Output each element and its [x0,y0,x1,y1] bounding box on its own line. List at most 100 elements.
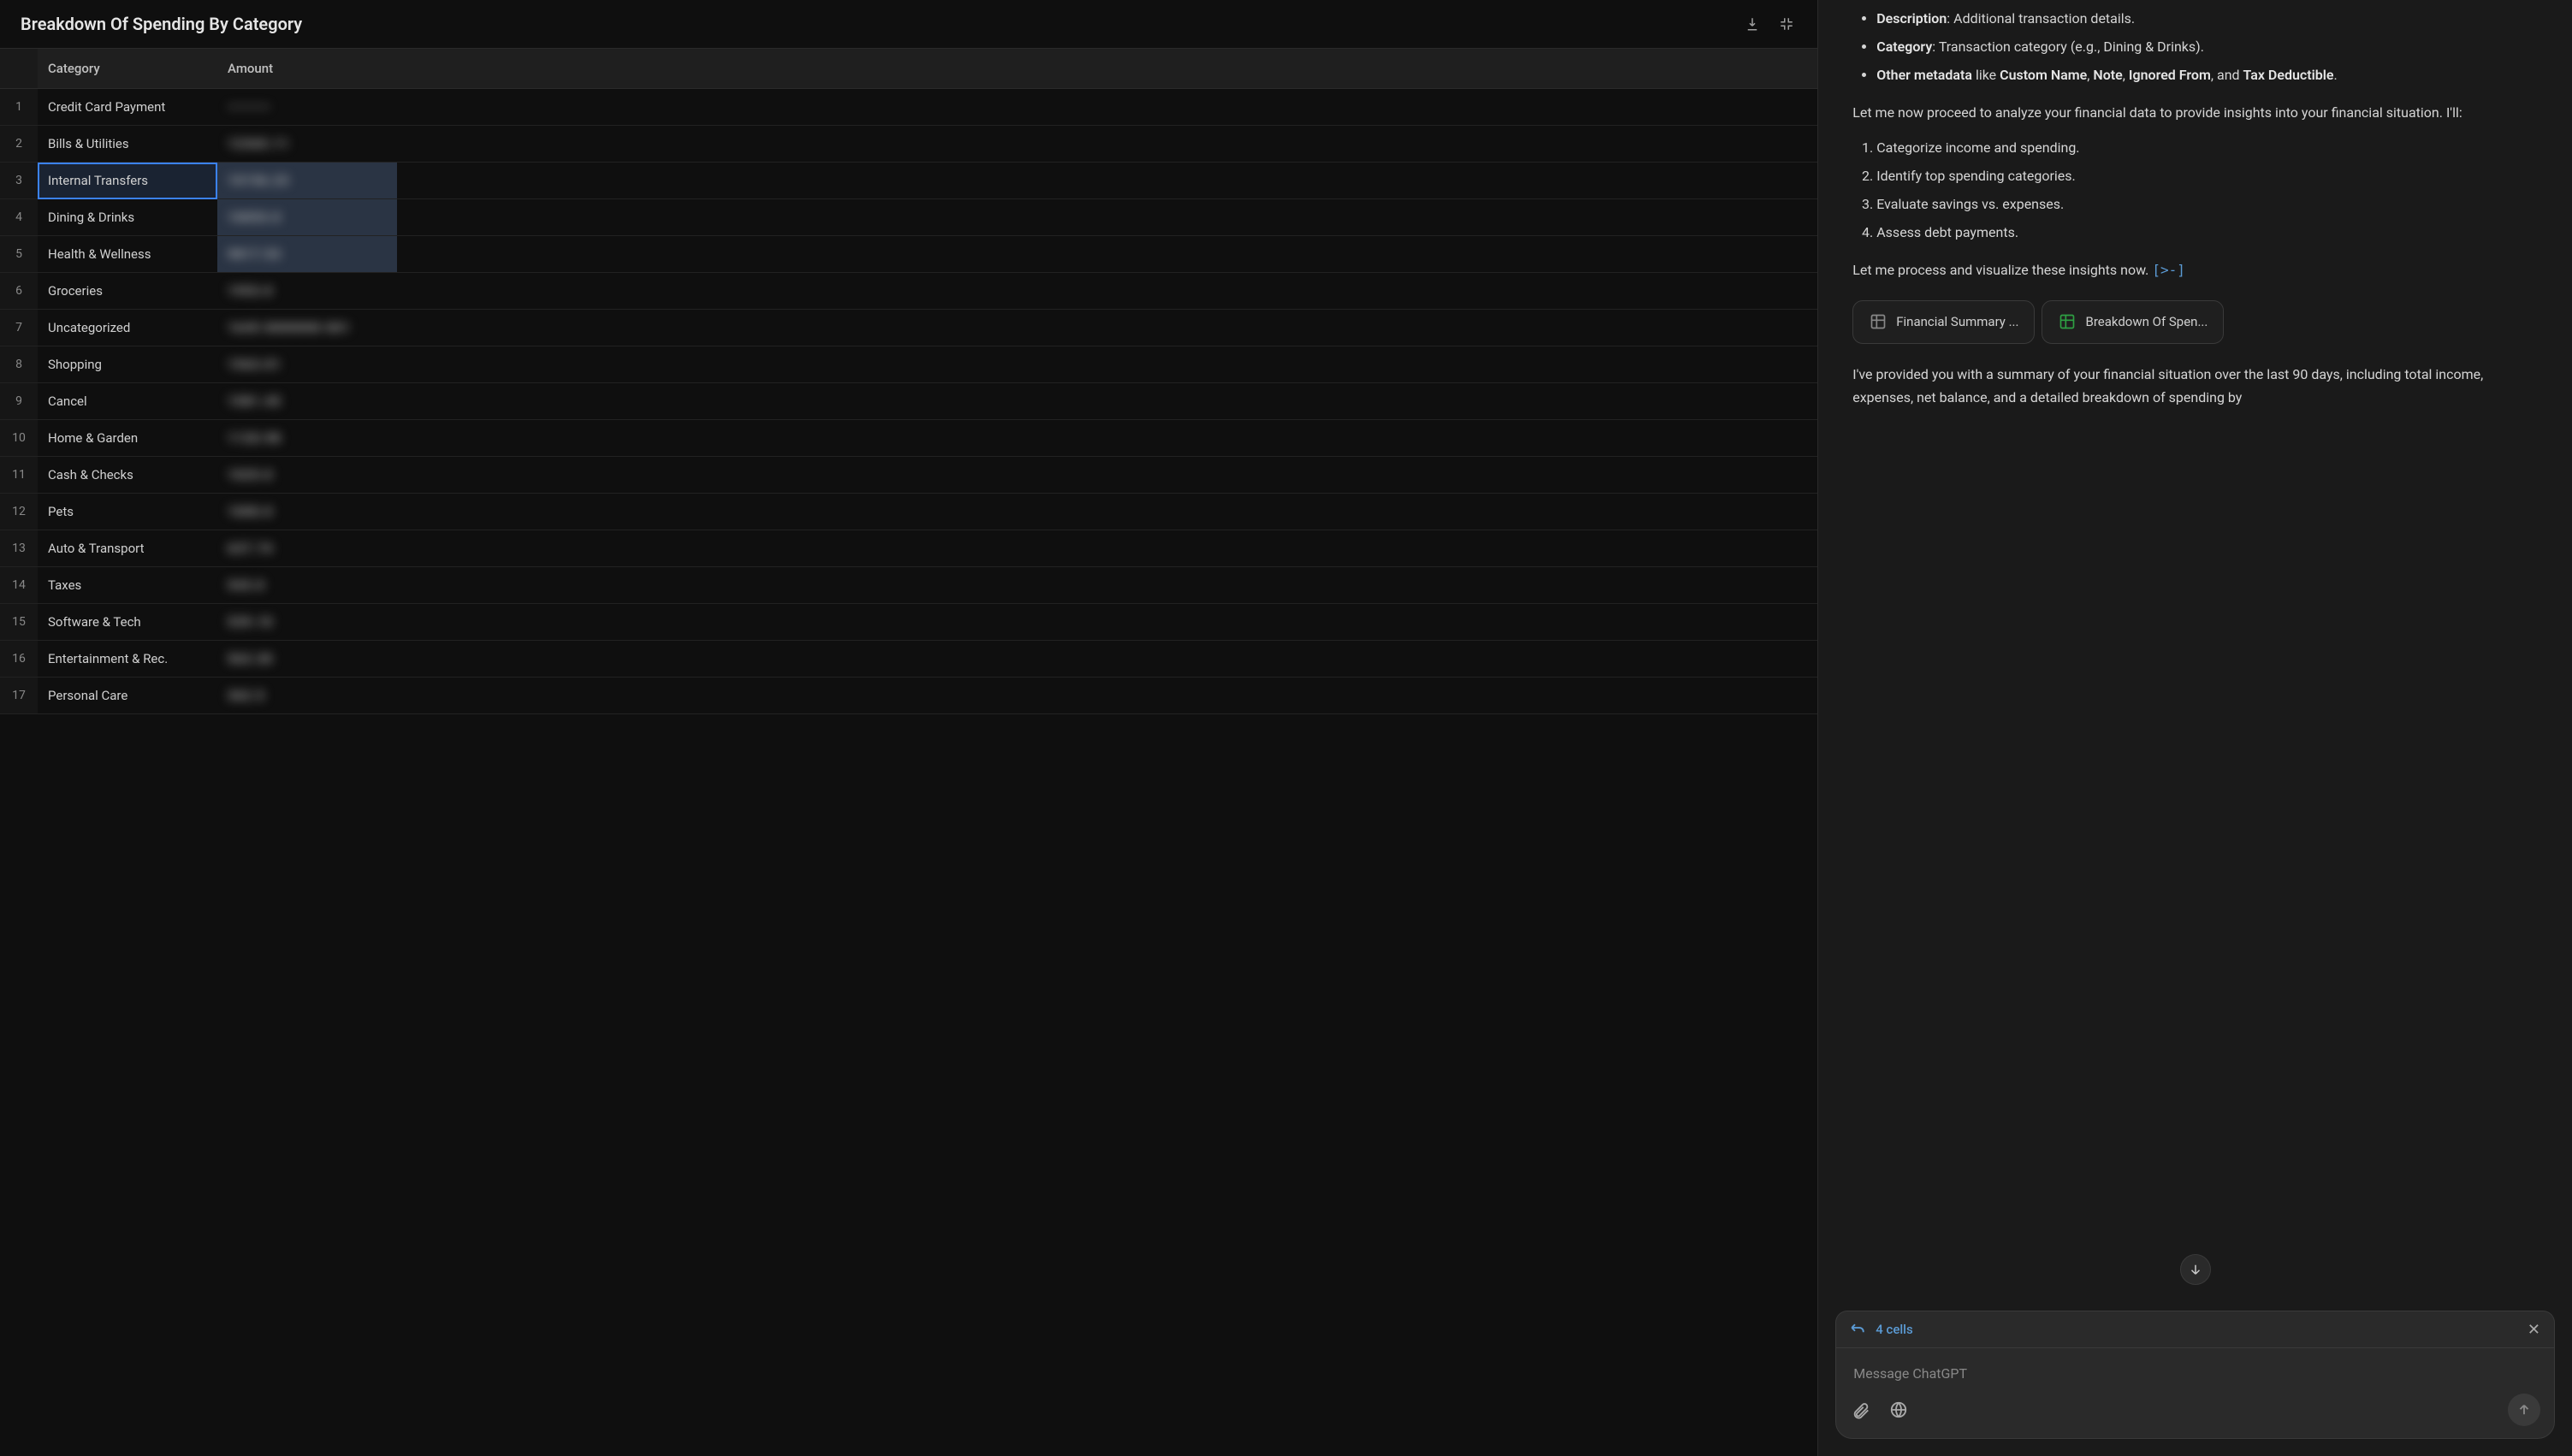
row-index: 4 [0,199,38,236]
result-chip[interactable]: Financial Summary ... [1852,300,2035,345]
table-row[interactable]: 6Groceries1953.0 [0,273,1817,310]
row-amount[interactable]: 1953.0 [217,273,397,310]
row-category[interactable]: Groceries [38,273,217,310]
code-expand-link[interactable]: [>-] [2152,262,2185,278]
chat-scroll[interactable]: Description: Additional transaction deta… [1818,0,2572,1300]
meta-bullet: Description: Additional transaction deta… [1876,7,2538,30]
table-row[interactable]: 16Entertainment & Rec.563.30 [0,641,1817,678]
row-index: 12 [0,494,38,530]
context-bar: 4 cells ✕ [1835,1311,2555,1347]
chat-paragraph: Let me now proceed to analyze your finan… [1852,101,2538,124]
col-index [0,49,38,89]
data-panel: Breakdown Of Spending By Category Catego… [0,0,1818,1456]
step-item: Identify top spending categories. [1876,164,2538,187]
row-category[interactable]: Dining & Drinks [38,199,217,236]
row-category[interactable]: Taxes [38,567,217,604]
row-amount[interactable]: 12365.11 [217,126,397,163]
chip-label: Financial Summary ... [1896,311,2018,334]
table-row[interactable]: 10Home & Garden1120.98 [0,420,1817,457]
row-category[interactable]: Cancel [38,383,217,420]
row-amount[interactable]: 563.30 [217,641,397,678]
table-row[interactable]: 9Cancel1581.45 [0,383,1817,420]
row-amount[interactable]: 10053.0 [217,199,397,236]
panel-title: Breakdown Of Spending By Category [21,14,302,34]
input-area: 4 cells ✕ Message ChatGPT [1818,1300,2572,1456]
col-amount[interactable]: Amount [217,49,397,89]
table-row[interactable]: 11Cash & Checks1025.0 [0,457,1817,494]
row-category[interactable]: Internal Transfers [38,163,217,199]
meta-bullet: Other metadata like Custom Name, Note, I… [1876,63,2538,86]
row-amount[interactable]: 1120.98 [217,420,397,457]
row-category[interactable]: Uncategorized [38,310,217,346]
row-amount[interactable]: 539.10 [217,604,397,641]
table-row[interactable]: 1Credit Card Payment———— [0,89,1817,126]
row-amount[interactable]: 543.0 [217,567,397,604]
row-index: 2 [0,126,38,163]
table-row[interactable]: 14Taxes543.0 [0,567,1817,604]
row-index: 17 [0,678,38,714]
table-row[interactable]: 5Health & Wellness9817.53 [0,236,1817,273]
table-row[interactable]: 12Pets1000.0 [0,494,1817,530]
row-category[interactable]: Cash & Checks [38,457,217,494]
row-category[interactable]: Shopping [38,346,217,383]
row-category[interactable]: Health & Wellness [38,236,217,273]
row-index: 3 [0,163,38,199]
row-category[interactable]: Credit Card Payment [38,89,217,126]
row-category[interactable]: Personal Care [38,678,217,714]
meta-bullet: Category: Transaction category (e.g., Di… [1876,35,2538,58]
row-index: 6 [0,273,38,310]
row-amount[interactable]: 1563.01 [217,346,397,383]
result-chip[interactable]: Breakdown Of Spen... [2042,300,2224,345]
row-amount[interactable]: 9817.53 [217,236,397,273]
row-index: 16 [0,641,38,678]
chat-paragraph: Let me process and visualize these insig… [1852,258,2538,281]
row-amount[interactable]: 637.74 [217,530,397,567]
chat-panel: Description: Additional transaction deta… [1818,0,2572,1456]
table-row[interactable]: 17Personal Care362.5 [0,678,1817,714]
row-category[interactable]: Auto & Transport [38,530,217,567]
collapse-icon[interactable] [1776,14,1797,34]
row-index: 7 [0,310,38,346]
row-index: 15 [0,604,38,641]
row-index: 1 [0,89,38,126]
attach-icon[interactable] [1850,1399,1872,1421]
row-amount[interactable]: 362.5 [217,678,397,714]
row-category[interactable]: Software & Tech [38,604,217,641]
send-button[interactable] [2508,1394,2540,1426]
globe-icon[interactable] [1888,1399,1910,1421]
row-amount[interactable]: ———— [217,89,397,126]
step-item: Evaluate savings vs. expenses. [1876,192,2538,216]
table-row[interactable]: 13Auto & Transport637.74 [0,530,1817,567]
row-amount[interactable]: 1645 0000000 001 [217,310,397,346]
row-category[interactable]: Bills & Utilities [38,126,217,163]
row-amount[interactable]: 1025.0 [217,457,397,494]
reply-context-icon [1850,1320,1865,1339]
row-index: 13 [0,530,38,567]
panel-header: Breakdown Of Spending By Category [0,0,1817,49]
row-category[interactable]: Entertainment & Rec. [38,641,217,678]
table-row[interactable]: 2Bills & Utilities12365.11 [0,126,1817,163]
table-row[interactable]: 3Internal Transfers10156.23 [0,163,1817,199]
table-row[interactable]: 8Shopping1563.01 [0,346,1817,383]
close-icon[interactable]: ✕ [2528,1321,2540,1339]
col-category[interactable]: Category [38,49,217,89]
row-category[interactable]: Pets [38,494,217,530]
row-amount[interactable]: 1000.0 [217,494,397,530]
row-category[interactable]: Home & Garden [38,420,217,457]
message-input-box[interactable]: Message ChatGPT [1835,1347,2555,1439]
table-row[interactable]: 7Uncategorized1645 0000000 001 [0,310,1817,346]
row-amount[interactable]: 10156.23 [217,163,397,199]
table-scroll[interactable]: Category Amount 1Credit Card Payment————… [0,49,1817,1456]
table-row[interactable]: 4Dining & Drinks10053.0 [0,199,1817,236]
chip-label: Breakdown Of Spen... [2085,311,2208,334]
download-icon[interactable] [1742,14,1763,34]
table-row[interactable]: 15Software & Tech539.10 [0,604,1817,641]
table-icon [1869,312,1888,331]
row-index: 5 [0,236,38,273]
context-label[interactable]: 4 cells [1876,1322,1912,1337]
row-amount[interactable]: 1581.45 [217,383,397,420]
row-index: 10 [0,420,38,457]
scroll-down-button[interactable] [2180,1254,2211,1285]
row-index: 8 [0,346,38,383]
table-icon [2058,312,2077,331]
